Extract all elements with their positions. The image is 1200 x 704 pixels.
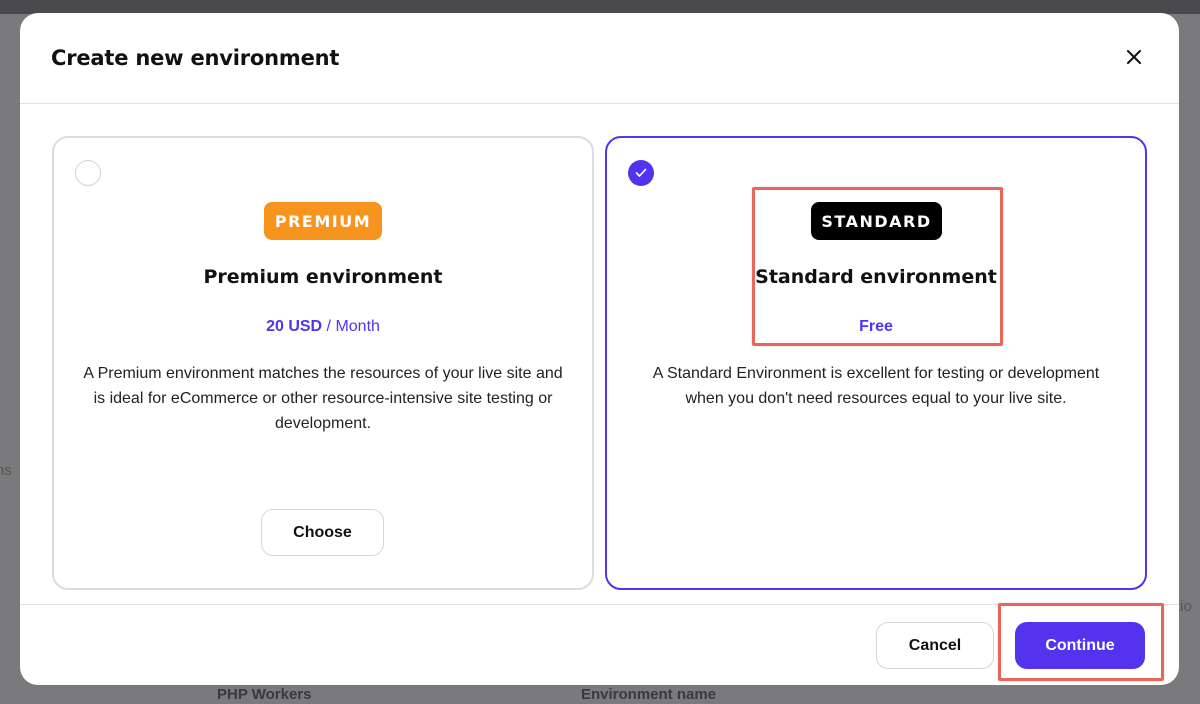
close-icon [1127, 50, 1141, 64]
background-top-bar [0, 0, 1200, 14]
standard-title: Standard environment [755, 266, 997, 288]
premium-description: A Premium environment matches the resour… [83, 365, 563, 432]
check-icon [635, 168, 647, 177]
premium-environment-card[interactable]: PREMIUM Premium environment 20 USD / Mon… [52, 136, 594, 590]
create-environment-modal: Create new environment PREMIUM Premium e… [20, 13, 1179, 685]
standard-badge: STANDARD [811, 202, 942, 240]
background-php-workers-label: PHP Workers [217, 686, 312, 703]
premium-price-amount: 20 USD [266, 318, 323, 335]
footer-divider [20, 604, 1179, 605]
background-environment-name-label: Environment name [581, 686, 717, 703]
modal-header: Create new environment [20, 13, 1179, 104]
premium-badge: PREMIUM [264, 202, 382, 240]
close-button[interactable] [1120, 43, 1148, 71]
continue-button[interactable]: Continue [1015, 622, 1145, 669]
background-text-fragment-left: ns [0, 462, 12, 479]
standard-price: Free [859, 318, 893, 335]
premium-price-period: / Month [322, 318, 380, 335]
premium-radio[interactable] [75, 160, 101, 186]
cancel-button[interactable]: Cancel [876, 622, 994, 669]
premium-price: 20 USD / Month [54, 318, 592, 336]
choose-premium-button[interactable]: Choose [261, 509, 384, 556]
standard-environment-card[interactable]: STANDARD Standard environment Free A Sta… [605, 136, 1147, 590]
standard-radio-checked[interactable] [628, 160, 654, 186]
standard-description: A Standard Environment is excellent for … [652, 365, 1100, 407]
modal-title: Create new environment [51, 46, 340, 70]
premium-title: Premium environment [203, 266, 443, 288]
